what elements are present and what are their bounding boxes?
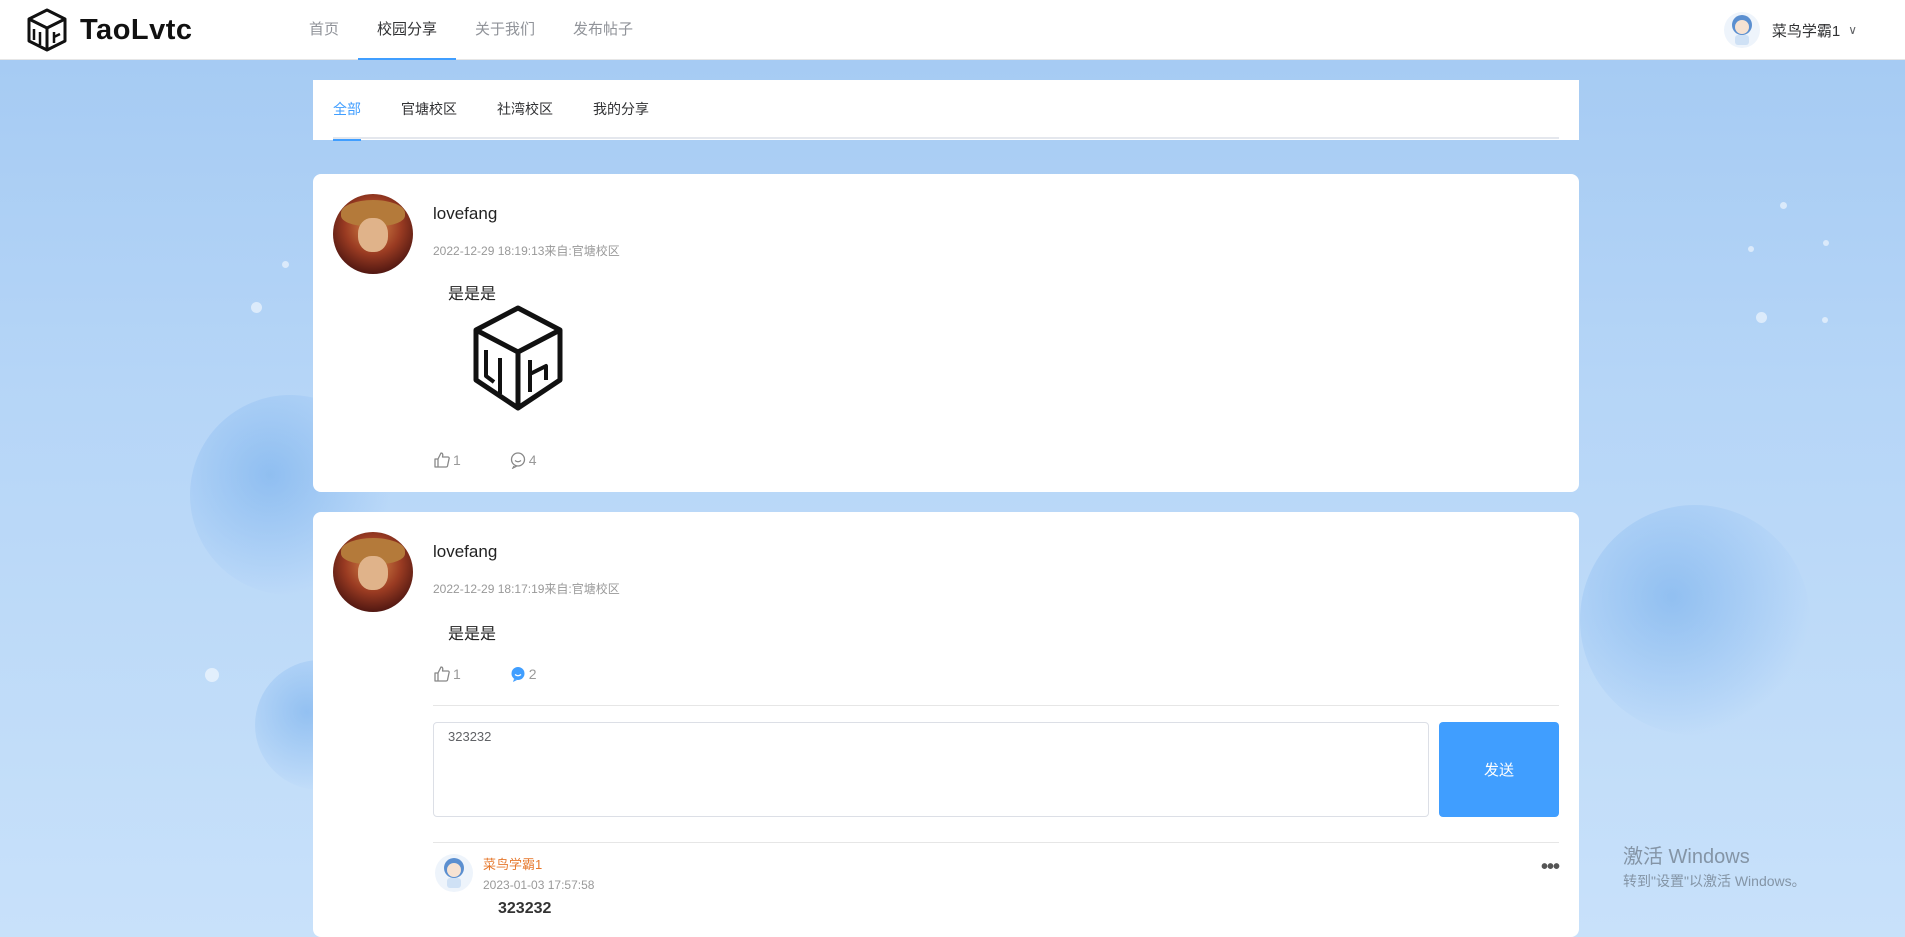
- author-avatar[interactable]: [333, 532, 413, 612]
- bubble-decor: [1748, 246, 1754, 252]
- nav-item-publish-post[interactable]: 发布帖子: [554, 0, 652, 60]
- top-header: TaoLvtc 首页 校园分享 关于我们 发布帖子 菜鸟学霸1 ∨: [0, 0, 1905, 60]
- like-count: 1: [453, 666, 461, 682]
- post-card: lovefang 2022-12-29 18:17:19来自:官塘校区 是是是 …: [313, 512, 1579, 937]
- divider: [433, 705, 1559, 706]
- user-avatar[interactable]: [1723, 12, 1760, 48]
- nav-item-about-us[interactable]: 关于我们: [456, 0, 554, 60]
- bubble-decor: [251, 302, 262, 313]
- tab-guantang-campus[interactable]: 官塘校区: [401, 80, 457, 139]
- avatar-face-decor: [358, 218, 388, 252]
- bubble-decor: [1822, 317, 1828, 323]
- comment-input[interactable]: [433, 722, 1429, 817]
- comment-bubble-icon: [511, 667, 525, 682]
- post-actions: 1 2: [433, 665, 537, 683]
- nav-item-campus-share[interactable]: 校园分享: [358, 0, 457, 60]
- user-name: 菜鸟学霸1: [1771, 22, 1841, 40]
- post-image[interactable]: [468, 304, 568, 414]
- comment-button[interactable]: 4: [509, 451, 537, 469]
- reply-avatar[interactable]: [435, 854, 473, 892]
- like-button[interactable]: 1: [433, 451, 461, 469]
- user-menu[interactable]: 菜鸟学霸1 ∨: [1723, 12, 1857, 48]
- reply-time: 2023-01-03 17:57:58: [483, 878, 595, 892]
- like-button[interactable]: 1: [433, 665, 461, 683]
- comment-count: 4: [528, 452, 537, 468]
- comment-bubble-icon: [510, 452, 525, 469]
- watermark-subtitle: 转到"设置"以激活 Windows。: [1623, 873, 1806, 889]
- reply-username[interactable]: 菜鸟学霸1: [483, 854, 542, 873]
- send-button[interactable]: 发送: [1439, 722, 1559, 817]
- thumbs-up-icon: [434, 666, 450, 682]
- bubble-decor: [205, 668, 219, 682]
- campus-tabs: 全部 官塘校区 社湾校区 我的分享: [333, 80, 1559, 141]
- mascot-right-decor: [1580, 505, 1810, 735]
- post-meta: 2022-12-29 18:19:13来自:官塘校区: [433, 244, 620, 258]
- more-options-icon[interactable]: •••: [1541, 856, 1560, 879]
- comment-count: 2: [528, 666, 537, 682]
- post-card: lovefang 2022-12-29 18:19:13来自:官塘校区 是是是 …: [313, 174, 1579, 492]
- brand-logo[interactable]: TaoLvtc: [24, 7, 193, 53]
- post-text: 是是是: [448, 626, 497, 643]
- campus-tabs-card: 全部 官塘校区 社湾校区 我的分享: [313, 80, 1579, 141]
- tab-my-shares[interactable]: 我的分享: [593, 80, 649, 139]
- windows-activation-watermark: 激活 Windows 转到"设置"以激活 Windows。: [1623, 840, 1806, 891]
- chevron-down-icon[interactable]: ∨: [1848, 23, 1857, 37]
- nav-item-home[interactable]: 首页: [290, 0, 358, 60]
- watermark-title: 激活 Windows: [1623, 846, 1750, 868]
- brand-name: TaoLvtc: [80, 13, 193, 46]
- post-username[interactable]: lovefang: [433, 204, 497, 224]
- tab-all[interactable]: 全部: [333, 80, 361, 141]
- post-username[interactable]: lovefang: [433, 542, 497, 562]
- cube-logo-icon: [27, 8, 67, 52]
- divider: [433, 842, 1559, 843]
- main-nav: 首页 校园分享 关于我们 发布帖子: [290, 0, 652, 60]
- post-meta: 2022-12-29 18:17:19来自:官塘校区: [433, 582, 620, 596]
- bubble-decor: [282, 261, 289, 268]
- comment-button[interactable]: 2: [509, 665, 537, 683]
- post-actions: 1 4: [433, 451, 537, 469]
- tab-shewan-campus[interactable]: 社湾校区: [497, 80, 553, 139]
- bubble-decor: [1756, 312, 1767, 323]
- bubble-decor: [1823, 240, 1829, 246]
- post-text: 是是是: [448, 286, 497, 303]
- avatar-face-decor: [358, 556, 388, 590]
- thumbs-up-icon: [434, 452, 450, 468]
- author-avatar[interactable]: [333, 194, 413, 274]
- bubble-decor: [1780, 202, 1787, 209]
- avatar-girl-icon: [444, 858, 464, 888]
- avatar-girl-icon: [1731, 15, 1752, 45]
- reply-text: 323232: [498, 900, 552, 917]
- like-count: 1: [453, 452, 461, 468]
